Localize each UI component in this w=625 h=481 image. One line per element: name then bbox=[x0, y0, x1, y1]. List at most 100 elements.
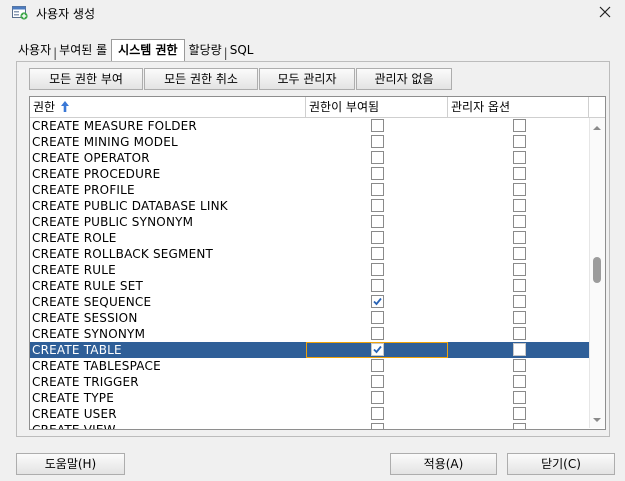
table-row[interactable]: CREATE TABLESPACE bbox=[30, 358, 589, 374]
granted-checkbox[interactable] bbox=[371, 359, 384, 372]
admin-option-checkbox[interactable] bbox=[513, 215, 526, 228]
privilege-name: CREATE TABLESPACE bbox=[32, 359, 161, 373]
granted-checkbox[interactable] bbox=[371, 343, 384, 356]
granted-checkbox[interactable] bbox=[371, 391, 384, 404]
table-row[interactable]: CREATE MEASURE FOLDER bbox=[30, 118, 589, 134]
vertical-scrollbar[interactable] bbox=[589, 118, 605, 428]
table-row[interactable]: CREATE TYPE bbox=[30, 390, 589, 406]
admin-option-checkbox[interactable] bbox=[513, 343, 526, 356]
table-row[interactable]: CREATE OPERATOR bbox=[30, 150, 589, 166]
privilege-table: 권한 권한이 부여됨 관리자 옵션 CREATE MEASURE FOLDER C… bbox=[29, 96, 606, 430]
admin-option-checkbox[interactable] bbox=[513, 423, 526, 429]
granted-checkbox[interactable] bbox=[371, 199, 384, 212]
table-row[interactable]: CREATE RULE SET bbox=[30, 278, 589, 294]
admin-option-checkbox[interactable] bbox=[513, 247, 526, 260]
scrollbar-thumb[interactable] bbox=[593, 257, 601, 283]
table-row[interactable]: CREATE TRIGGER bbox=[30, 374, 589, 390]
admin-option-checkbox[interactable] bbox=[513, 167, 526, 180]
table-row[interactable]: CREATE TABLE bbox=[30, 342, 589, 358]
admin-option-checkbox[interactable] bbox=[513, 311, 526, 324]
table-row[interactable]: CREATE PUBLIC DATABASE LINK bbox=[30, 198, 589, 214]
admin-option-checkbox[interactable] bbox=[513, 183, 526, 196]
granted-checkbox[interactable] bbox=[371, 151, 384, 164]
table-row[interactable]: CREATE SESSION bbox=[30, 310, 589, 326]
granted-checkbox[interactable] bbox=[371, 247, 384, 260]
admin-option-checkbox[interactable] bbox=[513, 327, 526, 340]
privilege-name: CREATE OPERATOR bbox=[32, 151, 150, 165]
privilege-name: CREATE RULE bbox=[32, 263, 116, 277]
table-row[interactable]: CREATE PROFILE bbox=[30, 182, 589, 198]
column-header-admin-option[interactable]: 관리자 옵션 bbox=[448, 97, 589, 117]
apply-button[interactable]: 적용(A) bbox=[390, 453, 497, 475]
granted-checkbox[interactable] bbox=[371, 135, 384, 148]
admin-option-checkbox[interactable] bbox=[513, 279, 526, 292]
admin-option-checkbox[interactable] bbox=[513, 231, 526, 244]
granted-checkbox[interactable] bbox=[371, 215, 384, 228]
sort-ascending-icon bbox=[60, 98, 69, 118]
table-row[interactable]: CREATE ROLE bbox=[30, 230, 589, 246]
all-admin-button[interactable]: 모두 관리자 bbox=[259, 68, 355, 90]
granted-checkbox[interactable] bbox=[371, 311, 384, 324]
tab-quota[interactable]: 할당량 bbox=[187, 40, 224, 60]
privilege-toolbar: 모든 권한 부여 모든 권한 취소 모두 관리자 관리자 없음 bbox=[29, 68, 453, 90]
admin-option-checkbox[interactable] bbox=[513, 199, 526, 212]
privilege-name: CREATE PROFILE bbox=[32, 183, 135, 197]
tab-system-privileges[interactable]: 시스템 권한 bbox=[111, 39, 185, 61]
table-row[interactable]: CREATE ROLLBACK SEGMENT bbox=[30, 246, 589, 262]
privilege-name: CREATE MINING MODEL bbox=[32, 135, 178, 149]
admin-option-checkbox[interactable] bbox=[513, 391, 526, 404]
admin-option-checkbox[interactable] bbox=[513, 407, 526, 420]
granted-checkbox[interactable] bbox=[371, 167, 384, 180]
revoke-all-button[interactable]: 모든 권한 취소 bbox=[144, 68, 258, 90]
table-row[interactable]: CREATE USER bbox=[30, 406, 589, 422]
window-title: 사용자 생성 bbox=[36, 7, 96, 21]
help-button[interactable]: 도움말(H) bbox=[16, 453, 125, 475]
granted-checkbox[interactable] bbox=[371, 375, 384, 388]
admin-option-checkbox[interactable] bbox=[513, 135, 526, 148]
grant-all-button[interactable]: 모든 권한 부여 bbox=[29, 68, 143, 90]
no-admin-button[interactable]: 관리자 없음 bbox=[356, 68, 452, 90]
granted-checkbox[interactable] bbox=[371, 407, 384, 420]
close-button[interactable] bbox=[585, 0, 625, 26]
privilege-name: CREATE PROCEDURE bbox=[32, 167, 161, 181]
table-row[interactable]: CREATE PUBLIC SYNONYM bbox=[30, 214, 589, 230]
granted-checkbox[interactable] bbox=[371, 295, 384, 308]
privilege-name: CREATE TRIGGER bbox=[32, 375, 139, 389]
admin-option-checkbox[interactable] bbox=[513, 359, 526, 372]
admin-option-checkbox[interactable] bbox=[513, 119, 526, 132]
privilege-name: CREATE PUBLIC SYNONYM bbox=[32, 215, 194, 229]
privilege-name: CREATE SESSION bbox=[32, 311, 138, 325]
privilege-name: CREATE PUBLIC DATABASE LINK bbox=[32, 199, 228, 213]
privilege-name: CREATE MEASURE FOLDER bbox=[32, 119, 197, 133]
scroll-down-icon[interactable] bbox=[593, 412, 601, 426]
privilege-name: CREATE VIEW bbox=[32, 423, 116, 430]
tab-user[interactable]: 사용자 bbox=[16, 40, 53, 60]
admin-option-checkbox[interactable] bbox=[513, 295, 526, 308]
granted-checkbox[interactable] bbox=[371, 327, 384, 340]
granted-checkbox[interactable] bbox=[371, 263, 384, 276]
table-row[interactable]: CREATE VIEW bbox=[30, 422, 589, 430]
granted-checkbox[interactable] bbox=[371, 279, 384, 292]
admin-option-checkbox[interactable] bbox=[513, 375, 526, 388]
privilege-name: CREATE RULE SET bbox=[32, 279, 144, 293]
granted-checkbox[interactable] bbox=[371, 119, 384, 132]
tab-granted-roles[interactable]: 부여된 롤 bbox=[57, 40, 109, 60]
admin-option-checkbox[interactable] bbox=[513, 151, 526, 164]
granted-checkbox[interactable] bbox=[371, 231, 384, 244]
title-bar: 사용자 생성 bbox=[0, 0, 625, 28]
table-row[interactable]: CREATE PROCEDURE bbox=[30, 166, 589, 182]
column-header-privilege[interactable]: 권한 bbox=[30, 97, 306, 117]
tab-strip: 사용자 | 부여된 롤 시스템 권한 할당량 | SQL bbox=[16, 38, 256, 61]
table-row[interactable]: CREATE RULE bbox=[30, 262, 589, 278]
scroll-up-icon[interactable] bbox=[593, 120, 601, 134]
close-dialog-button[interactable]: 닫기(C) bbox=[507, 453, 615, 475]
table-row[interactable]: CREATE MINING MODEL bbox=[30, 134, 589, 150]
tab-sql[interactable]: SQL bbox=[228, 40, 256, 60]
table-row[interactable]: CREATE SEQUENCE bbox=[30, 294, 589, 310]
admin-option-checkbox[interactable] bbox=[513, 263, 526, 276]
granted-checkbox[interactable] bbox=[371, 183, 384, 196]
column-header-granted[interactable]: 권한이 부여됨 bbox=[306, 97, 448, 117]
table-row[interactable]: CREATE SYNONYM bbox=[30, 326, 589, 342]
user-add-icon bbox=[12, 6, 28, 20]
granted-checkbox[interactable] bbox=[371, 423, 384, 429]
